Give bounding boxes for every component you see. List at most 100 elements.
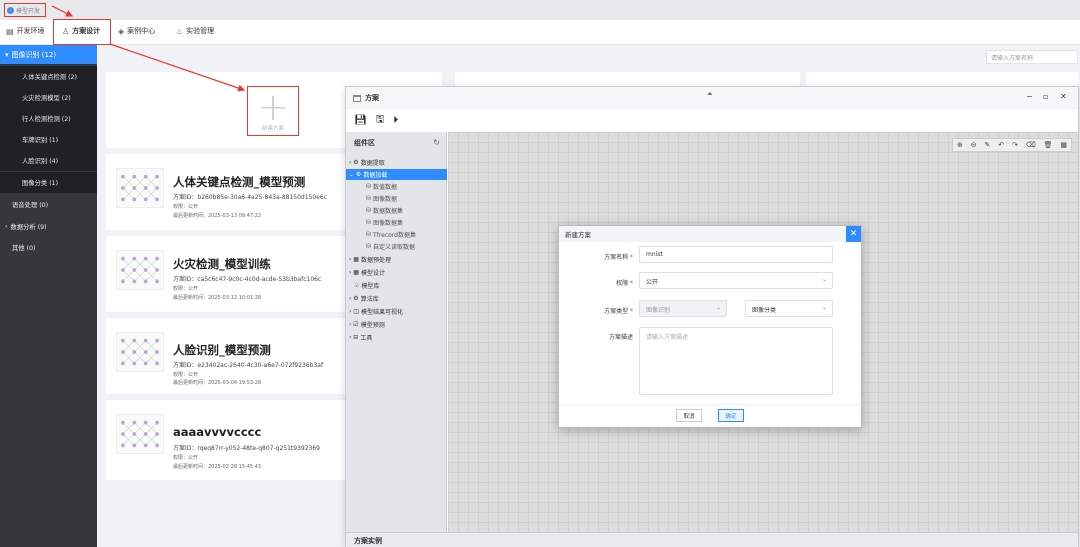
window-toolbar: 💾︎ 🖫 ⏵ bbox=[346, 109, 1078, 131]
tree-node[interactable]: › ⚙ 算法库 bbox=[346, 293, 447, 304]
tree-node[interactable]: › ⊟ 工具 bbox=[346, 332, 447, 343]
zoom-out-icon[interactable]: ⊖ bbox=[971, 141, 977, 149]
network-thumbnail bbox=[116, 414, 164, 454]
sidebar-group-image[interactable]: ▾ 图像识别 (12) bbox=[0, 45, 97, 64]
scheme-card[interactable]: 火灾检测_模型训练 方案ID：ca5c6c47-9c0c-4c0d-acde-5… bbox=[106, 236, 346, 312]
scheme-title[interactable]: 火灾检测_模型训练 bbox=[173, 256, 271, 272]
scheme-updated: 最后更新时间：2025-03-04 19:53:28 bbox=[173, 380, 262, 386]
run-icon[interactable]: ⏵ bbox=[393, 115, 398, 126]
tree-node[interactable]: › ⚙ 数据提取 bbox=[346, 157, 447, 168]
tree-leaf[interactable]: ⛁ 自定义读取数据 bbox=[346, 241, 447, 252]
scheme-id: 方案ID：b260b85e-30a6-4a25-843a-88150d150e6… bbox=[173, 194, 327, 201]
network-thumbnail bbox=[116, 332, 164, 372]
tab-experiment[interactable]: ♨ 实验管理 bbox=[176, 26, 214, 36]
description-textarea[interactable]: 请输入方案描述 bbox=[639, 327, 833, 395]
refresh-icon[interactable]: ↻ bbox=[433, 138, 440, 147]
sidebar-item[interactable]: 车牌识别 (1) bbox=[0, 129, 97, 150]
type-select-secondary[interactable]: 图像分类 ⌄ bbox=[745, 300, 833, 317]
tree-leaf[interactable]: ⛁ Tfrecord数据集 bbox=[346, 229, 447, 240]
chevron-down-icon: ⌄ bbox=[715, 304, 721, 311]
pencil-icon[interactable]: ✎ bbox=[984, 141, 990, 149]
grid-icon[interactable]: ▦ bbox=[1060, 141, 1067, 149]
scheme-title[interactable]: 人脸识别_模型预测 bbox=[173, 342, 271, 358]
select-value: 公开 bbox=[646, 279, 659, 286]
sidebar-item[interactable]: 人脸识别 (4) bbox=[0, 150, 97, 171]
placeholder: 请输入方案描述 bbox=[646, 334, 689, 341]
canvas-toolbar: ⊕ ⊖ ✎ ↶ ↷ ⌫ 🗑︎ ▦ bbox=[952, 138, 1072, 152]
cancel-button[interactable]: 取消 bbox=[676, 409, 702, 422]
permission-label: 权限 * bbox=[616, 280, 633, 287]
dialog-divider bbox=[559, 404, 861, 405]
scheme-card[interactable]: 人脸识别_模型预测 方案ID：e23402ac-2640-4c30-a6e7-0… bbox=[106, 318, 346, 394]
undo-icon[interactable]: ↶ bbox=[998, 141, 1004, 149]
scheme-title[interactable]: 人体关键点检测_模型预测 bbox=[173, 174, 305, 190]
sidebar-group-voice[interactable]: 语音处理 (0) bbox=[0, 194, 97, 215]
type-select-primary[interactable]: 图像识别 ⌄ bbox=[639, 300, 727, 317]
scheme-card[interactable]: 人体关键点检测_模型预测 方案ID：b260b85e-30a6-4a25-843… bbox=[106, 154, 346, 230]
eraser-icon[interactable]: ⌫ bbox=[1026, 141, 1036, 149]
save-icon[interactable]: 💾︎ bbox=[354, 115, 367, 126]
add-scheme-label: 新建方案 bbox=[261, 126, 284, 132]
scheme-name-input[interactable]: mnist bbox=[639, 246, 833, 263]
sidebar-item[interactable]: 火灾检测模型 (2) bbox=[0, 87, 97, 108]
minimize-icon[interactable]: − bbox=[1026, 92, 1033, 101]
chevron-down-icon: ⌄ bbox=[821, 276, 827, 283]
tree-node[interactable]: › ◫ 模型结果可视化 bbox=[346, 306, 447, 317]
tree-leaf[interactable]: ⛁ 图像数据集 bbox=[346, 217, 447, 228]
footer-label: 方案实例 bbox=[354, 536, 382, 545]
dialog-close-icon[interactable]: ✕ bbox=[846, 226, 861, 242]
plus-icon: + bbox=[257, 85, 289, 129]
sidebar-group-analysis[interactable]: › 数据分析 (9) bbox=[0, 216, 97, 237]
search-input[interactable]: 请输入方案名称 bbox=[986, 50, 1078, 64]
tab-case-center[interactable]: ◈ 案例中心 bbox=[118, 26, 155, 36]
app-logo[interactable]: 模型开发 bbox=[4, 3, 46, 17]
caret-right-icon: › bbox=[5, 223, 8, 230]
scheme-title[interactable]: aaaavvvvcccc bbox=[173, 425, 261, 439]
zoom-in-icon[interactable]: ⊕ bbox=[957, 141, 963, 149]
add-scheme-button[interactable]: + 新建方案 bbox=[247, 86, 299, 136]
nav-bar: ▤ 开发环境 ♙ 方案设计 ◈ 案例中心 ♨ 实验管理 bbox=[0, 20, 1080, 45]
permission-select[interactable]: 公开 ⌄ bbox=[639, 272, 833, 289]
network-thumbnail bbox=[116, 168, 164, 208]
tab-dev-env[interactable]: ▤ 开发环境 bbox=[6, 26, 45, 36]
scheme-id: 方案ID：rqeq87rr-y052-48te-q807-q251t939236… bbox=[173, 445, 320, 452]
sidebar: ▾ 图像识别 (12) 人体关键点检测 (2) 火灾检测模型 (2) 行人检测检… bbox=[0, 45, 97, 547]
card-background bbox=[455, 72, 800, 86]
caret-up-icon[interactable]: ⏶ bbox=[707, 90, 713, 99]
caret-down-icon: ▾ bbox=[5, 50, 9, 59]
select-value: 图像识别 bbox=[646, 307, 671, 314]
scheme-instance-bar[interactable]: 方案实例 bbox=[346, 532, 1078, 547]
tab-label: 开发环境 bbox=[16, 27, 45, 35]
save-as-icon[interactable]: 🖫 bbox=[376, 112, 385, 129]
component-panel: 组件区 ↻ › ⚙ 数据提取 ⌄ ⚙ 数据加载 ⛁ 数值数据 ⛁ 图像数据 ⛁ … bbox=[346, 132, 447, 532]
tree-node[interactable]: › ▦ 模型设计 bbox=[346, 267, 447, 278]
tree-node[interactable]: ♧ 模型库 bbox=[346, 280, 447, 291]
scheme-updated: 最后更新时间：2025-03-12 10:01:28 bbox=[173, 295, 262, 301]
sidebar-group-label: 数据分析 (9) bbox=[10, 224, 47, 231]
panel-title: 组件区 bbox=[354, 139, 375, 147]
logo-text: 模型开发 bbox=[16, 7, 41, 15]
tree-node[interactable]: › ☑ 模型预测 bbox=[346, 319, 447, 330]
tree-leaf[interactable]: ⛁ 数据数据集 bbox=[346, 205, 447, 216]
scheme-permission: 权限：公开 bbox=[173, 204, 199, 210]
sidebar-item[interactable]: 图像分类 (1) bbox=[0, 172, 97, 193]
sidebar-item[interactable]: 行人检测检测 (2) bbox=[0, 108, 97, 129]
sidebar-group-other[interactable]: 其他 (0) bbox=[0, 237, 97, 258]
dialog-title: 新建方案 bbox=[559, 226, 861, 242]
highlight-box bbox=[53, 19, 111, 45]
sidebar-item[interactable]: 人体关键点检测 (2) bbox=[0, 66, 97, 87]
redo-icon[interactable]: ↷ bbox=[1012, 141, 1018, 149]
server-icon: ▤ bbox=[6, 26, 14, 36]
tree-leaf[interactable]: ⛁ 图像数据 bbox=[346, 193, 447, 204]
top-bar bbox=[0, 0, 1080, 20]
close-icon[interactable]: ✕ bbox=[1060, 92, 1067, 101]
scheme-card[interactable]: aaaavvvvcccc 方案ID：rqeq87rr-y052-48te-q80… bbox=[106, 400, 346, 480]
maximize-icon[interactable]: ▫ bbox=[1043, 92, 1048, 101]
tree-node[interactable]: › ▦ 数据预处理 bbox=[346, 254, 447, 265]
scheme-permission: 权限：公开 bbox=[173, 372, 199, 378]
scheme-id: 方案ID：e23402ac-2640-4c30-a6e7-072f9236b3a… bbox=[173, 362, 324, 369]
tree-leaf[interactable]: ⛁ 数值数据 bbox=[346, 181, 447, 192]
confirm-button[interactable]: 确定 bbox=[718, 409, 744, 422]
trash-icon[interactable]: 🗑︎ bbox=[1044, 141, 1053, 149]
tree-node-selected[interactable]: ⌄ ⚙ 数据加载 bbox=[346, 169, 447, 180]
